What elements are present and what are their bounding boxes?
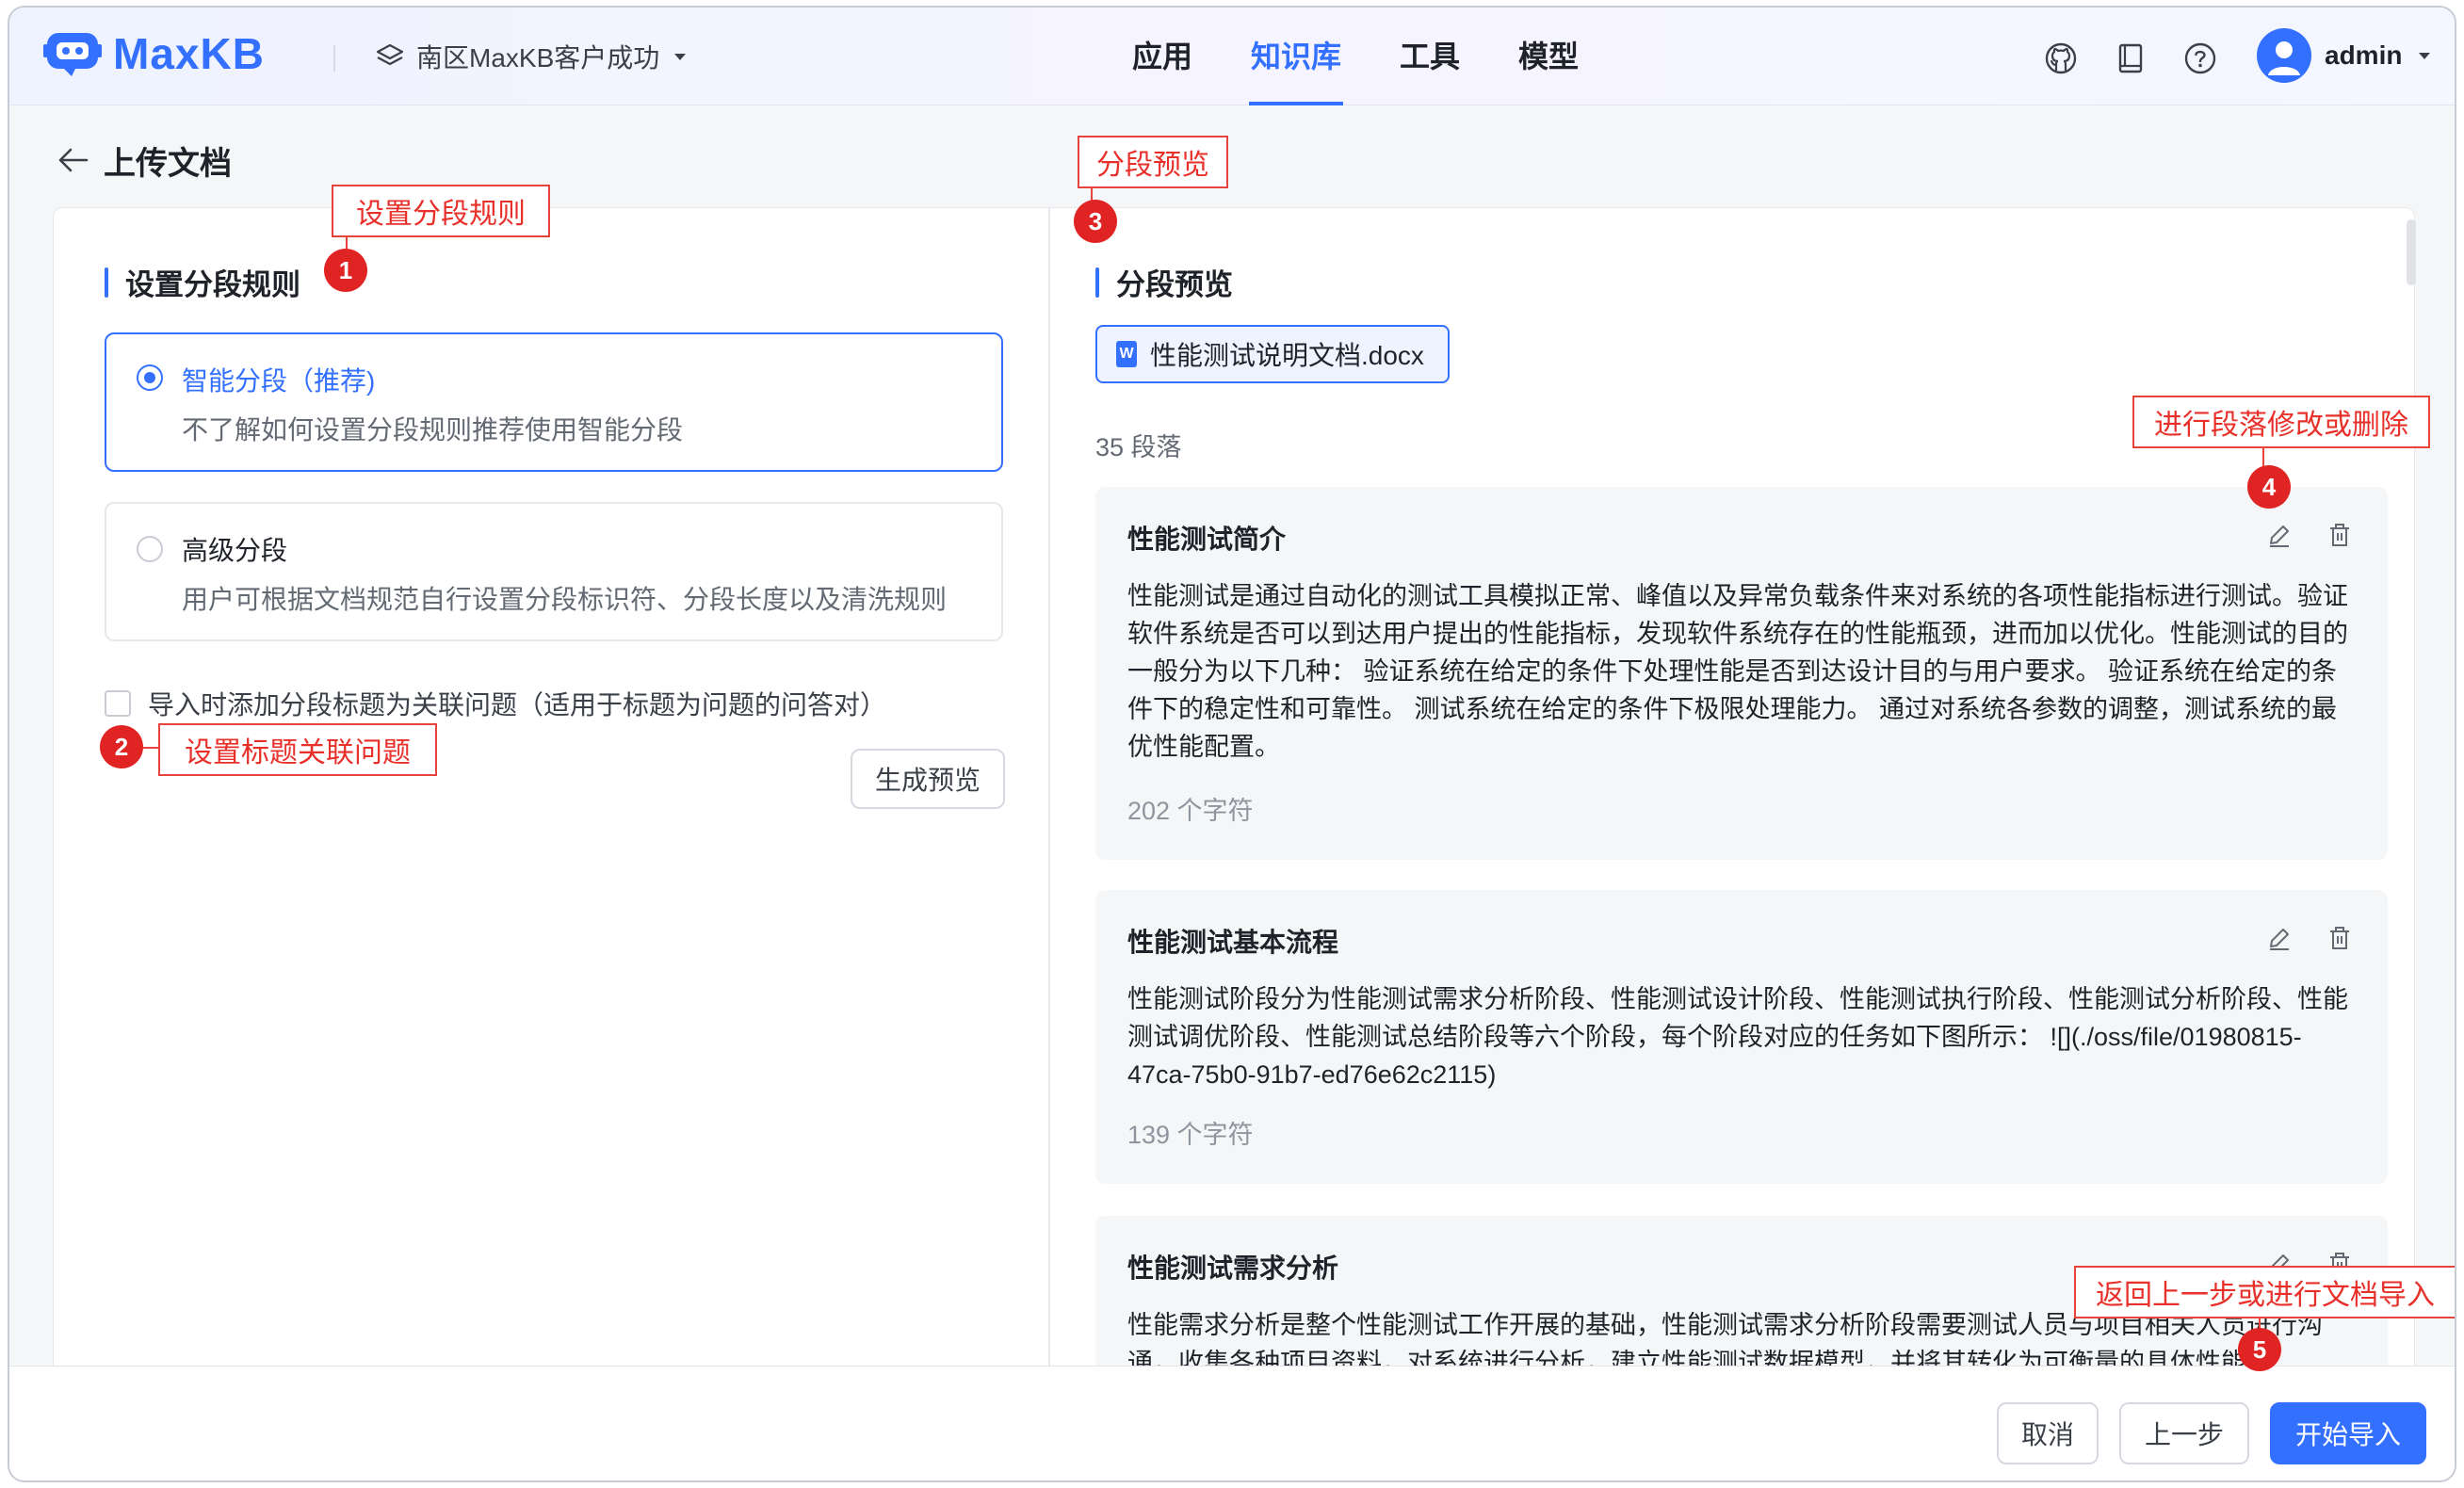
- github-icon[interactable]: [2044, 41, 2078, 75]
- annotation-number-1: 1: [324, 249, 367, 292]
- nav-apps[interactable]: 应用: [1130, 8, 1194, 105]
- option-smart-title: 智能分段（推荐): [182, 366, 376, 396]
- caret-down-icon: [674, 54, 687, 60]
- option-smart-split[interactable]: 智能分段（推荐) 不了解如何设置分段规则推荐使用智能分段: [105, 332, 1003, 472]
- start-import-button[interactable]: 开始导入: [2270, 1402, 2426, 1464]
- rules-section-header: 设置分段规则: [105, 261, 300, 303]
- user-menu[interactable]: admin: [2257, 28, 2434, 83]
- header-icons: [2044, 41, 2217, 75]
- maxkb-logo-icon: [43, 33, 102, 76]
- help-icon[interactable]: [2183, 41, 2217, 75]
- title-as-question-option[interactable]: 导入时添加分段标题为关联问题（适用于标题为问题的问答对）: [105, 685, 886, 722]
- column-divider: [1048, 208, 1050, 1374]
- paragraph-body: 性能测试是通过自动化的测试工具模拟正常、峰值以及异常负载条件来对系统的各项性能指…: [1127, 582, 2348, 761]
- annotation-label-4: 进行段落修改或删除: [2132, 396, 2430, 448]
- nav-models[interactable]: 模型: [1516, 8, 1581, 105]
- paragraph-actions: [2265, 521, 2354, 549]
- annotation-label-2: 设置标题关联问题: [158, 723, 437, 776]
- option-advanced-desc: 用户可根据文档规范自行设置分段标识符、分段长度以及清洗规则: [182, 585, 948, 614]
- word-file-icon: W: [1116, 341, 1137, 367]
- preview-section-header: 分段预览: [1095, 261, 1233, 303]
- top-header: MaxKB 南区MaxKB客户成功 应用 知识库 工具 模型 admin: [9, 8, 2455, 105]
- paragraph-count: 35 段落: [1095, 433, 1182, 461]
- annotation-label-5: 返回上一步或进行文档导入: [2074, 1266, 2455, 1318]
- caret-down-icon: [2419, 53, 2431, 59]
- paragraph-card[interactable]: 性能测试基本流程 性能测试阶段分为性能测试需求分析阶段、性能测试设计阶段、性能测…: [1095, 890, 2388, 1184]
- annotation-connector-2: [143, 747, 158, 749]
- paragraph-title: 性能测试需求分析: [1127, 1253, 1339, 1283]
- delete-icon[interactable]: [2326, 521, 2354, 549]
- workspace-name: 南区MaxKB客户成功: [416, 43, 660, 73]
- radio-smart-split[interactable]: [137, 364, 163, 391]
- annotation-number-5: 5: [2238, 1328, 2281, 1371]
- paragraph-title: 性能测试基本流程: [1127, 928, 1339, 957]
- option-smart-desc: 不了解如何设置分段规则推荐使用智能分段: [182, 415, 684, 445]
- preview-section-title: 分段预览: [1116, 268, 1233, 301]
- docs-book-icon[interactable]: [2114, 41, 2148, 75]
- annotation-label-1: 设置分段规则: [332, 185, 550, 237]
- user-avatar-icon: [2268, 41, 2300, 75]
- option-advanced-split[interactable]: 高级分段 用户可根据文档规范自行设置分段标识符、分段长度以及清洗规则: [105, 502, 1003, 641]
- footer-bar: 取消 上一步 开始导入: [9, 1366, 2455, 1480]
- cancel-button[interactable]: 取消: [1997, 1402, 2099, 1464]
- paragraph-title: 性能测试简介: [1127, 525, 1287, 554]
- option-advanced-title: 高级分段: [182, 536, 288, 565]
- logo[interactable]: MaxKB: [43, 28, 265, 79]
- back-arrow-icon[interactable]: [55, 141, 92, 179]
- edit-icon[interactable]: [2265, 521, 2294, 549]
- title-as-question-checkbox[interactable]: [105, 690, 131, 717]
- annotation-label-3: 分段预览: [1078, 136, 1228, 188]
- avatar: [2257, 28, 2311, 83]
- paragraph-body: 性能测试阶段分为性能测试需求分析阶段、性能测试设计阶段、性能测试执行阶段、性能测…: [1127, 985, 2348, 1089]
- paragraph-actions: [2265, 924, 2354, 952]
- title-as-question-label: 导入时添加分段标题为关联问题（适用于标题为问题的问答对）: [148, 690, 887, 720]
- delete-icon[interactable]: [2326, 924, 2354, 952]
- preview-scrollbar[interactable]: [2407, 219, 2416, 285]
- edit-icon[interactable]: [2265, 924, 2294, 952]
- app-window: MaxKB 南区MaxKB客户成功 应用 知识库 工具 模型 admin 上传文…: [8, 6, 2456, 1482]
- file-tab[interactable]: W 性能测试说明文档.docx: [1095, 325, 1450, 383]
- previous-step-button[interactable]: 上一步: [2119, 1402, 2249, 1464]
- radio-advanced-split[interactable]: [137, 536, 163, 562]
- header-divider: [333, 45, 335, 72]
- nav-knowledge[interactable]: 知识库: [1249, 8, 1344, 105]
- annotation-number-2: 2: [100, 725, 143, 768]
- page-title: 上传文档: [104, 146, 232, 182]
- logo-text: MaxKB: [113, 29, 265, 78]
- file-name: 性能测试说明文档.docx: [1150, 341, 1424, 370]
- section-accent-bar: [105, 267, 108, 298]
- workspace-selector[interactable]: 南区MaxKB客户成功: [375, 38, 689, 75]
- paragraph-card[interactable]: 性能测试简介 性能测试是通过自动化的测试工具模拟正常、峰值以及异常负载条件来对系…: [1095, 487, 2388, 860]
- upload-card: 设置分段规则 智能分段（推荐) 不了解如何设置分段规则推荐使用智能分段 高级分段…: [53, 207, 2416, 1376]
- paragraph-char-count: 202 个字符: [1127, 797, 1254, 825]
- annotation-connector-4: [2262, 448, 2264, 467]
- username: admin: [2325, 40, 2403, 70]
- paragraph-char-count: 139 个字符: [1127, 1121, 1254, 1149]
- layers-icon: [376, 43, 404, 66]
- main-nav: 应用 知识库 工具 模型: [1130, 8, 1581, 105]
- annotation-number-3: 3: [1074, 200, 1117, 243]
- section-accent-bar: [1095, 267, 1099, 298]
- annotation-number-4: 4: [2247, 465, 2291, 509]
- generate-preview-button[interactable]: 生成预览: [851, 749, 1005, 809]
- rules-section-title: 设置分段规则: [125, 268, 300, 301]
- nav-tools[interactable]: 工具: [1398, 8, 1462, 105]
